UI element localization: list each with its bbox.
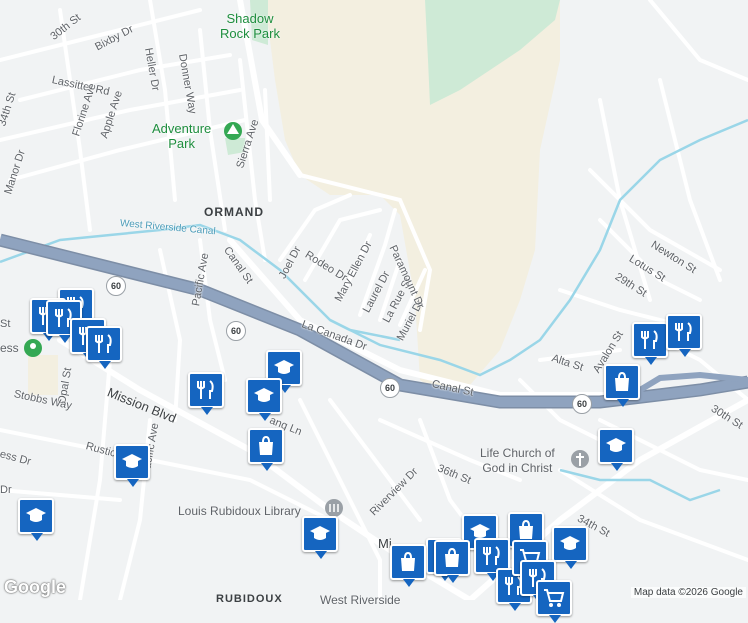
school-marker[interactable] [246, 378, 282, 421]
school-icon [606, 438, 626, 452]
school-icon [560, 536, 580, 550]
neighborhood-label: ORMAND [204, 205, 264, 219]
restaurant-icon [675, 322, 692, 341]
route-60-shield: 60 [572, 394, 592, 414]
street-label-dr-edge: Dr [0, 484, 12, 496]
school-marker[interactable] [302, 516, 338, 559]
poi-label-library[interactable]: Louis Rubidoux Library [178, 504, 301, 519]
school-icon [310, 526, 330, 540]
restaurant-icon [197, 380, 214, 399]
street-label-st-edge: St [0, 318, 11, 330]
school-icon [274, 360, 294, 374]
shopping-marker[interactable] [248, 428, 284, 471]
route-60-shield: 60 [106, 276, 126, 296]
restaurant-marker[interactable] [666, 314, 702, 357]
shadow-rock-park-label[interactable]: Shadow Rock Park [220, 11, 280, 41]
route-60-shield: 60 [226, 321, 246, 341]
poi-label-express[interactable]: ess [0, 341, 19, 356]
shopping-icon [445, 547, 459, 567]
school-icon [122, 454, 142, 468]
shopping-marker[interactable] [604, 364, 640, 407]
lot-area [28, 355, 58, 395]
shopping-icon [401, 551, 415, 571]
restaurant-marker[interactable] [86, 326, 122, 369]
school-icon [254, 388, 274, 402]
neighborhood-label-rubidoux: RUBIDOUX [216, 593, 283, 605]
shopping-marker[interactable] [434, 540, 470, 583]
restaurant-icon [95, 334, 112, 353]
map-attribution[interactable]: Map data ©2026 Google [630, 587, 746, 598]
school-marker[interactable] [552, 526, 588, 569]
library-icon [325, 499, 343, 517]
route-60-shield: 60 [380, 378, 400, 398]
shopping-icon [259, 435, 273, 455]
place-pin-icon [24, 339, 42, 357]
shopping-icon [615, 371, 629, 391]
restaurant-icon [641, 330, 658, 349]
grocery-icon [544, 589, 565, 607]
restaurant-marker[interactable] [188, 372, 224, 415]
park-tree-icon [224, 122, 242, 140]
restaurant-marker[interactable] [632, 322, 668, 365]
shopping-marker[interactable] [390, 544, 426, 587]
adventure-park-label[interactable]: Adventure Park [152, 121, 211, 151]
poi-label-west-riverside[interactable]: West Riverside [320, 593, 400, 608]
google-logo: Google [4, 577, 66, 597]
grocery-marker[interactable] [536, 580, 572, 623]
restaurant-icon [483, 546, 500, 565]
school-marker[interactable] [18, 498, 54, 541]
school-marker[interactable] [114, 444, 150, 487]
school-icon [26, 508, 46, 522]
school-marker[interactable] [598, 428, 634, 471]
church-icon [571, 450, 589, 468]
shopping-icon [519, 519, 533, 539]
poi-label-life-church[interactable]: Life Church of God in Christ [480, 446, 555, 476]
